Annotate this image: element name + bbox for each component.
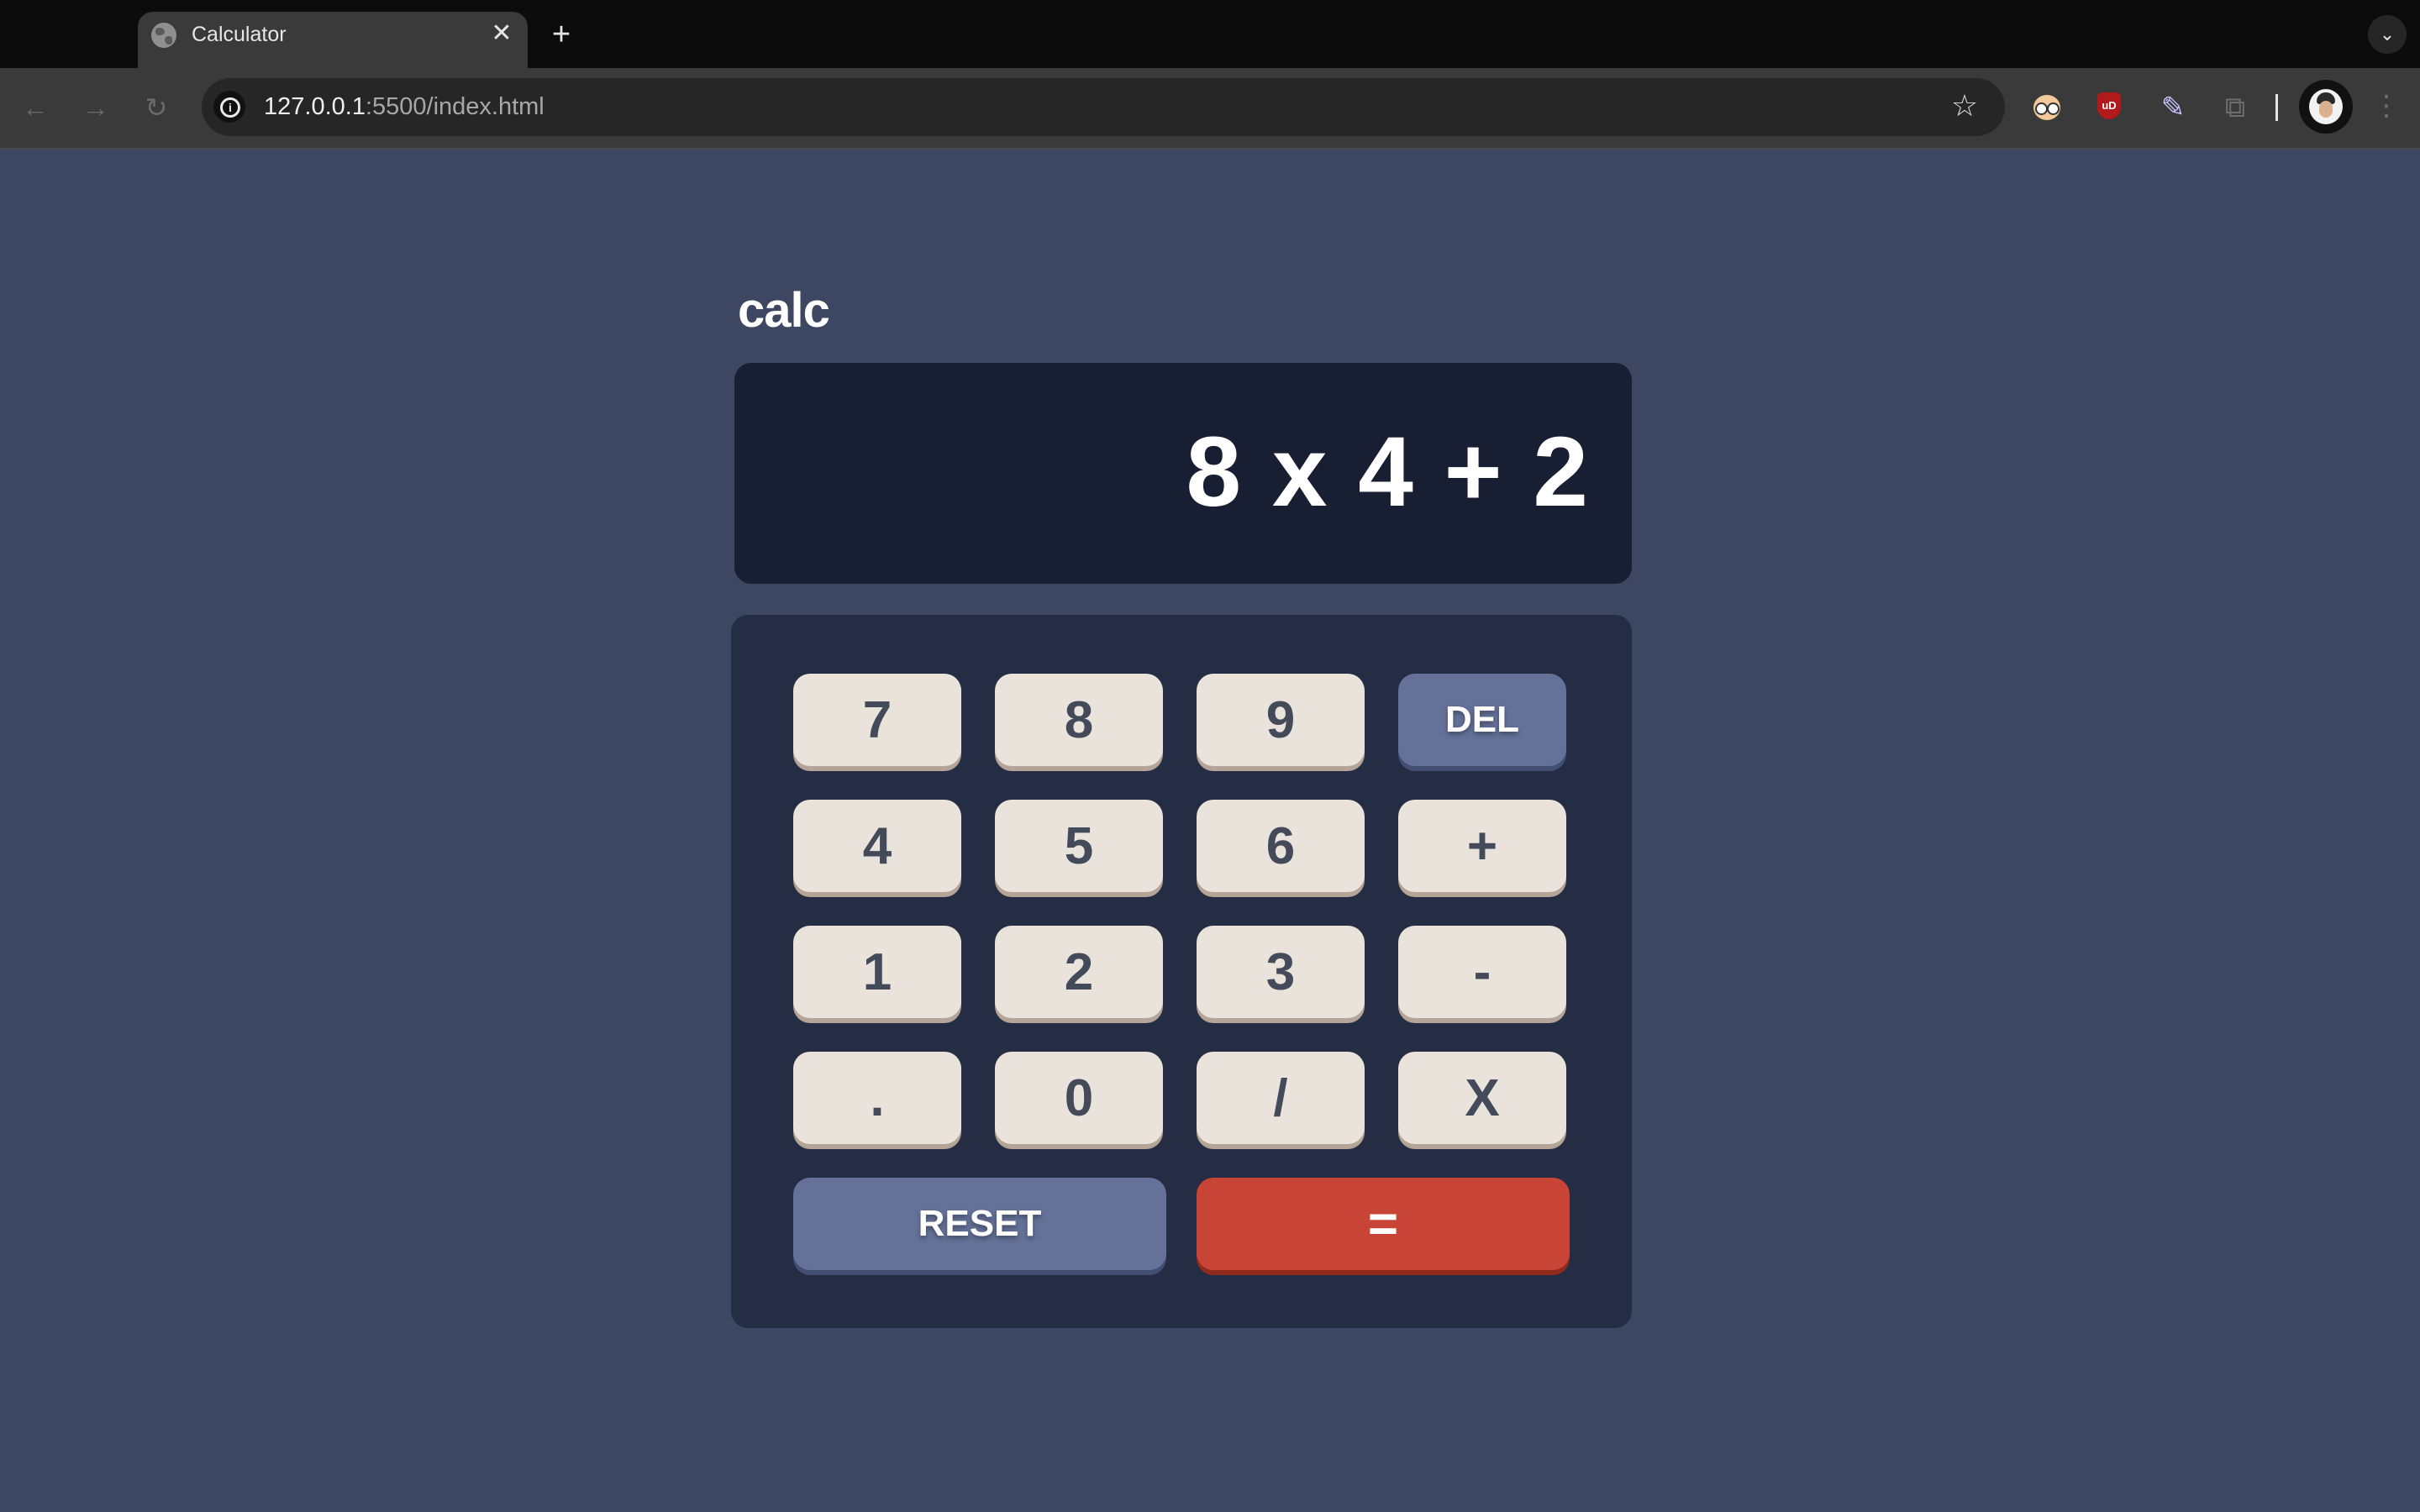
calculator-display: 8 x 4 + 2	[734, 363, 1632, 584]
avatar-image	[2309, 89, 2343, 124]
face-extension-icon[interactable]	[2033, 95, 2060, 120]
star-icon[interactable]: ☆	[1948, 89, 1981, 123]
shield-extension-icon[interactable]: uD	[2097, 92, 2121, 119]
eyedropper-icon[interactable]: ✎	[2156, 91, 2190, 124]
globe-icon	[151, 23, 176, 48]
arrow-left-icon[interactable]: ←	[18, 91, 52, 124]
key-0[interactable]: 0	[995, 1052, 1163, 1144]
url-path: :5500/index.html	[365, 93, 544, 120]
arrow-right-icon[interactable]: →	[79, 91, 113, 124]
key-9[interactable]: 9	[1197, 674, 1365, 766]
key-8[interactable]: 8	[995, 674, 1163, 766]
key-4[interactable]: 4	[793, 800, 961, 892]
url-text[interactable]: 127.0.0.1:5500/index.html	[264, 92, 544, 122]
url-host: 127.0.0.1	[264, 93, 366, 120]
key-1[interactable]: 1	[793, 926, 961, 1018]
chevron-down-icon[interactable]: ⌄	[2368, 15, 2407, 54]
tab-title: Calculator	[192, 23, 287, 46]
reset-button[interactable]: RESET	[793, 1178, 1166, 1270]
key-6[interactable]: 6	[1197, 800, 1365, 892]
reload-icon[interactable]: ↻	[139, 91, 173, 124]
keypad: 7 8 9 DEL 4 5 6 + 1 2 3 - . 0 / X RESET …	[731, 615, 1632, 1328]
equals-button[interactable]: =	[1197, 1178, 1570, 1270]
key-7[interactable]: 7	[793, 674, 961, 766]
decimal-button[interactable]: .	[793, 1052, 961, 1144]
multiply-button[interactable]: X	[1398, 1052, 1566, 1144]
divide-button[interactable]: /	[1197, 1052, 1365, 1144]
toolbar-divider	[2275, 94, 2278, 121]
plus-icon[interactable]: +	[544, 18, 578, 52]
add-button[interactable]: +	[1398, 800, 1566, 892]
key-3[interactable]: 3	[1197, 926, 1365, 1018]
key-5[interactable]: 5	[995, 800, 1163, 892]
page-title: calc	[738, 283, 830, 338]
puzzle-icon[interactable]: ⧉	[2218, 91, 2252, 124]
display-value: 8 x 4 + 2	[1186, 417, 1590, 528]
close-icon[interactable]: ✕	[487, 19, 516, 48]
key-2[interactable]: 2	[995, 926, 1163, 1018]
delete-button[interactable]: DEL	[1398, 674, 1566, 766]
info-icon: i	[220, 97, 240, 118]
subtract-button[interactable]: -	[1398, 926, 1566, 1018]
kebab-menu-icon[interactable]: ⋮	[2370, 89, 2403, 123]
